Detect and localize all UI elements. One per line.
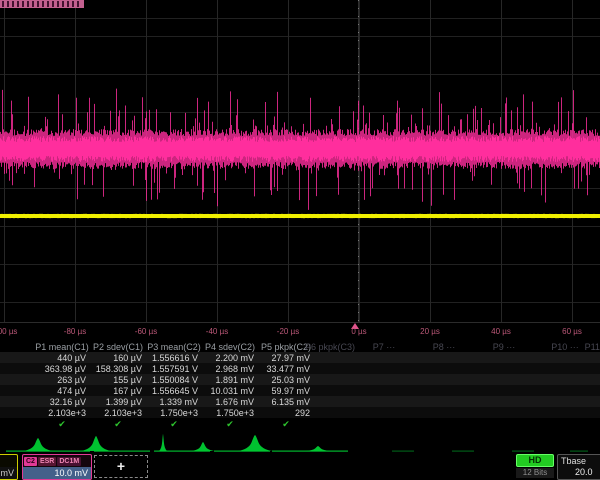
measurement-value: 10.031 mV bbox=[196, 386, 254, 396]
descriptor-bar: C1 DC1M 10.0 mV C2 ESR DC1M 10.0 mV + HD… bbox=[0, 453, 600, 480]
measurement-value: 33.477 mV bbox=[252, 364, 310, 374]
measurement-column-header-unused[interactable]: P11 ··· bbox=[585, 342, 600, 352]
measurement-column-header[interactable]: P2 sdev(C1) bbox=[93, 342, 143, 352]
measurement-column-header-unused[interactable]: P9 ··· bbox=[493, 342, 516, 352]
measurement-status-check: ✔ bbox=[170, 419, 178, 429]
c2-channel-badge: C2 bbox=[24, 457, 37, 466]
hd-badge: HD bbox=[516, 454, 554, 467]
measurement-column-header-unused[interactable]: P6 pkpk(C3) bbox=[305, 342, 355, 352]
measurement-value: 1.556645 V bbox=[140, 386, 198, 396]
measurement-value: 1.339 mV bbox=[140, 397, 198, 407]
axis-tick-label: -20 µs bbox=[277, 327, 299, 336]
measurement-value: 1.676 mV bbox=[196, 397, 254, 407]
measurement-value: 1.556616 V bbox=[140, 353, 198, 363]
c2-coupling-badge: DC1M bbox=[57, 457, 81, 466]
measurement-value: 1.750e+3 bbox=[140, 408, 198, 418]
measurement-value: 292 bbox=[252, 408, 310, 418]
time-axis: -100 µs -80 µs -60 µs -40 µs -20 µs 0 µs 20 µs… bbox=[0, 322, 600, 342]
measurement-value: 474 µV bbox=[28, 386, 86, 396]
measurement-value: 2.200 mV bbox=[196, 353, 254, 363]
c1-scale: 10.0 mV bbox=[0, 467, 17, 479]
measurement-value: 160 µV bbox=[84, 353, 142, 363]
oscilloscope-screen: -100 µs -80 µs -60 µs -40 µs -20 µs 0 µs 20 µs… bbox=[0, 0, 600, 480]
measurement-column-header-unused[interactable]: P7 ··· bbox=[373, 342, 396, 352]
measurement-histicon bbox=[81, 436, 111, 451]
c1-descriptor[interactable]: C1 DC1M 10.0 mV bbox=[0, 454, 18, 480]
measurement-value: 27.97 mV bbox=[252, 353, 310, 363]
axis-tick-label: -40 µs bbox=[206, 327, 228, 336]
measurement-value: 1.557591 V bbox=[140, 364, 198, 374]
measurement-column-header[interactable]: P4 sdev(C2) bbox=[205, 342, 255, 352]
measurement-status-check: ✔ bbox=[226, 419, 234, 429]
measurement-value: 2.103e+3 bbox=[28, 408, 86, 418]
measurement-value: 167 µV bbox=[84, 386, 142, 396]
measurement-value: 25.03 mV bbox=[252, 375, 310, 385]
measurement-histicon bbox=[305, 446, 331, 451]
axis-tick-label: -80 µs bbox=[64, 327, 86, 336]
clipped-trace-label bbox=[0, 0, 84, 8]
measurement-status-check: ✔ bbox=[114, 419, 122, 429]
axis-tick-label: 20 µs bbox=[420, 327, 440, 336]
c2-scale: 10.0 mV bbox=[23, 467, 91, 479]
measurement-value: 363.98 µV bbox=[28, 364, 86, 374]
axis-tick-label: -60 µs bbox=[135, 327, 157, 336]
measurement-histicon bbox=[192, 442, 214, 451]
tbase-value: 20.0 bbox=[558, 466, 600, 477]
measurement-status-check: ✔ bbox=[58, 419, 66, 429]
measurement-column-header-unused[interactable]: P10 ··· bbox=[551, 342, 579, 352]
axis-tick-label: 0 µs bbox=[351, 327, 366, 336]
measurement-value: 263 µV bbox=[28, 375, 86, 385]
measurement-value: 32.16 µV bbox=[28, 397, 86, 407]
measurement-column-header[interactable]: P1 mean(C1) bbox=[35, 342, 89, 352]
measurement-value: 1.891 mV bbox=[196, 375, 254, 385]
grid-center-tick-line bbox=[358, 0, 359, 322]
measurement-value: 1.550084 V bbox=[140, 375, 198, 385]
measurement-value: 59.97 mV bbox=[252, 386, 310, 396]
axis-tick-label: 60 µs bbox=[562, 327, 582, 336]
axis-tick-label: 40 µs bbox=[491, 327, 511, 336]
measurement-value: 1.399 µV bbox=[84, 397, 142, 407]
measurement-histicon bbox=[238, 435, 272, 451]
waveform-grid[interactable] bbox=[0, 0, 600, 322]
measurement-value: 6.135 mV bbox=[252, 397, 310, 407]
hd-mode-indicator[interactable]: HD 12 Bits bbox=[516, 454, 554, 478]
c2-esr-badge: ESR bbox=[38, 457, 56, 466]
measurement-table[interactable]: P1 mean(C1)440 µV363.98 µV263 µV474 µV32… bbox=[0, 341, 600, 433]
measurement-value: 155 µV bbox=[84, 375, 142, 385]
measurement-histicon bbox=[159, 434, 167, 451]
hd-bits-label: 12 Bits bbox=[516, 468, 554, 478]
add-trace-button[interactable]: + bbox=[94, 455, 148, 478]
timebase-descriptor[interactable]: Tbase 20.0 bbox=[557, 454, 600, 480]
measurement-column-header-unused[interactable]: P8 ··· bbox=[433, 342, 456, 352]
measurement-status-check: ✔ bbox=[282, 419, 290, 429]
tbase-label: Tbase bbox=[558, 455, 600, 466]
c2-descriptor[interactable]: C2 ESR DC1M 10.0 mV bbox=[22, 454, 92, 480]
measurement-value: 158.308 µV bbox=[84, 364, 142, 374]
measurement-histicon bbox=[23, 438, 53, 451]
measurement-value: 2.968 mV bbox=[196, 364, 254, 374]
measurement-value: 1.750e+3 bbox=[196, 408, 254, 418]
measurement-column-header[interactable]: P3 mean(C2) bbox=[147, 342, 201, 352]
measurement-value: 2.103e+3 bbox=[84, 408, 142, 418]
axis-tick-label: -100 µs bbox=[0, 327, 17, 336]
measurement-value: 440 µV bbox=[28, 353, 86, 363]
measurement-column-header[interactable]: P5 pkpk(C2) bbox=[261, 342, 311, 352]
